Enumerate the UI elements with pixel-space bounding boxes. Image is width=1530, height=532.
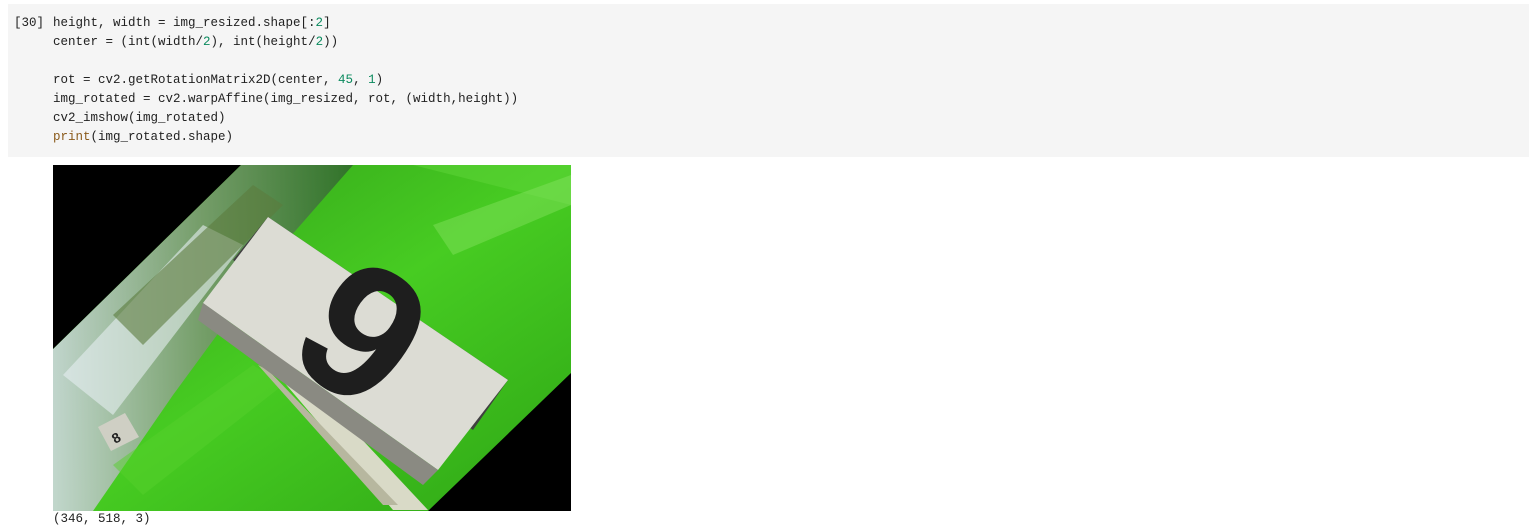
rotated-image-output: 8 9 xyxy=(53,165,571,511)
code-token: ] xyxy=(323,16,331,30)
builtin-keyword: print xyxy=(53,130,91,144)
code-line: ​ xyxy=(53,52,518,71)
number-literal: 2 xyxy=(203,35,211,49)
cell-output: 8 9 xyxy=(53,165,571,511)
number-literal: 2 xyxy=(315,35,324,49)
notebook-code-cell: [30] height, width = img_resized.shape[:… xyxy=(0,0,1530,532)
code-token: ) xyxy=(375,73,384,87)
code-lines[interactable]: height, width = img_resized.shape[:2] cen… xyxy=(53,14,518,147)
number-literal: 45 xyxy=(338,73,354,87)
number-literal: 1 xyxy=(368,73,376,87)
stdout-text: (346, 518, 3) xyxy=(53,512,151,526)
code-line: cv2_imshow(img_rotated) xyxy=(53,109,518,128)
code-token: rot = cv2.getRotationMatrix2D(center, xyxy=(53,73,339,87)
code-token: img_rotated = cv2.warpAffine(img_resized… xyxy=(53,92,519,106)
code-token: (img_rotated.shape) xyxy=(90,130,234,144)
code-line: height, width = img_resized.shape[:2] xyxy=(53,14,518,33)
execution-count: [30] xyxy=(14,16,45,30)
number-literal: 2 xyxy=(315,16,324,30)
code-line: rot = cv2.getRotationMatrix2D(center, 45… xyxy=(53,71,518,90)
code-token: ), int(height/ xyxy=(210,35,316,49)
code-token: , xyxy=(353,73,369,87)
code-token: center = (int(width/ xyxy=(53,35,204,49)
code-token: cv2_imshow(img_rotated) xyxy=(53,111,226,125)
code-line: print(img_rotated.shape) xyxy=(53,128,518,147)
code-token: height, width = img_resized.shape[: xyxy=(53,16,316,30)
code-line: img_rotated = cv2.warpAffine(img_resized… xyxy=(53,90,518,109)
code-line: center = (int(width/2), int(height/2)) xyxy=(53,33,518,52)
code-token: )) xyxy=(323,35,339,49)
